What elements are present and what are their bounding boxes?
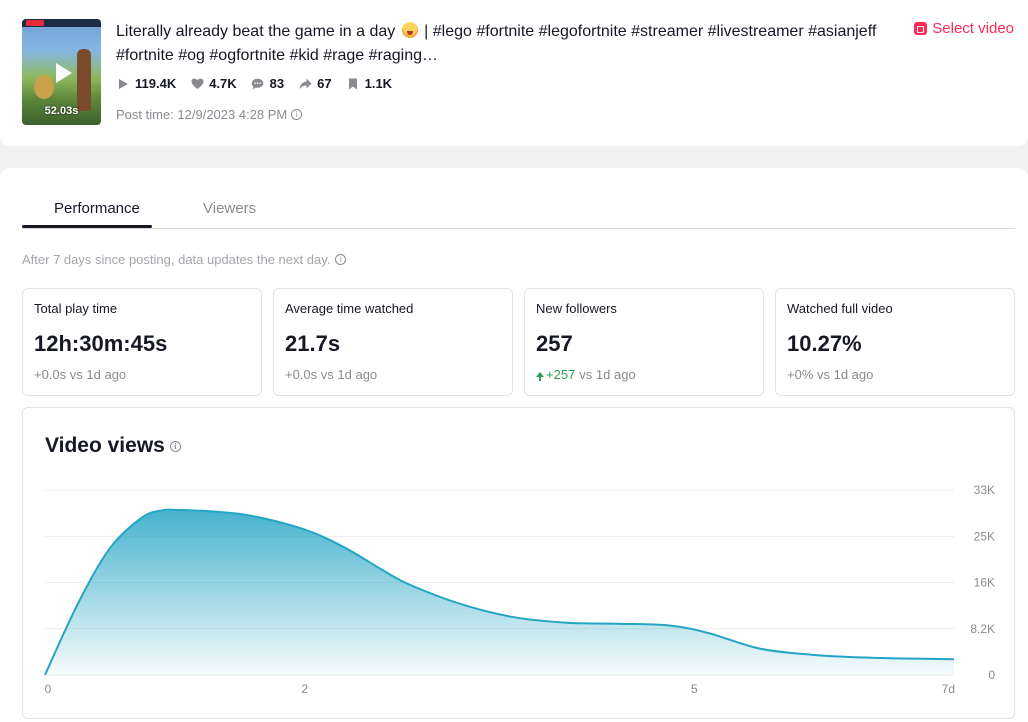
- metric-label: Total play time: [34, 301, 118, 316]
- thumbnail-figure-2: [34, 75, 54, 99]
- metric-new-followers: New followers 257 +257 vs 1d ago: [524, 288, 764, 396]
- delta-positive-value: +257: [546, 367, 576, 382]
- metric-average-time-watched: Average time watched 21.7s +0.0s vs 1d a…: [273, 288, 513, 396]
- x-tick-label: 2: [301, 682, 308, 696]
- active-tab-indicator: [22, 225, 152, 228]
- post-time: Post time: 12/9/2023 4:28 PM i: [116, 107, 303, 122]
- thumbnail-figure: [77, 49, 91, 111]
- share-arrow-icon: [298, 77, 312, 91]
- data-update-notice: After 7 days since posting, data updates…: [22, 252, 347, 267]
- plays-stat: 119.4K: [116, 76, 176, 91]
- shares-stat: 67: [298, 76, 332, 91]
- plays-count: 119.4K: [135, 76, 177, 91]
- metric-label: New followers: [536, 301, 617, 316]
- video-stats: 119.4K 4.7K 83 67 1.1K: [116, 76, 406, 91]
- tab-performance[interactable]: Performance: [54, 200, 140, 217]
- crying-face-emoji-icon: [401, 22, 418, 38]
- play-icon[interactable]: [56, 63, 72, 83]
- metric-value: 10.27%: [787, 331, 862, 356]
- video-title-text: Literally already beat the game in a day: [116, 23, 400, 40]
- metric-delta: +0.0s vs 1d ago: [34, 367, 127, 382]
- likes-stat: 4.7K: [190, 76, 237, 91]
- video-summary-card: 52.03s Literally already beat the game i…: [0, 0, 1028, 146]
- delta-comparison: vs 1d ago: [579, 367, 636, 382]
- data-update-notice-text: After 7 days since posting, data updates…: [22, 252, 331, 267]
- metric-value: 257: [536, 331, 573, 356]
- metric-label: Average time watched: [285, 301, 414, 316]
- up-arrow-icon: [536, 372, 544, 381]
- delta-positive: +257: [536, 367, 575, 382]
- tab-viewers[interactable]: Viewers: [203, 200, 256, 217]
- metric-value: 21.7s: [285, 331, 341, 356]
- select-video-button[interactable]: Select video: [914, 20, 1014, 37]
- views-area: [45, 509, 954, 675]
- metric-delta: +0% vs 1d ago: [787, 367, 874, 382]
- y-tick-label: 33K: [974, 483, 995, 497]
- video-thumbnail[interactable]: 52.03s: [22, 19, 101, 125]
- metric-delta: +0.0s vs 1d ago: [285, 367, 378, 382]
- metric-delta: +257 vs 1d ago: [536, 367, 636, 382]
- metric-watched-full-video: Watched full video 10.27% +0% vs 1d ago: [775, 288, 1015, 396]
- comments-stat: 83: [251, 76, 284, 91]
- video-views-chart-card: Video views i 0 8.2K 16K 25K 33K 0 2 5 7d: [22, 407, 1015, 719]
- analytics-panel: Performance Viewers After 7 days since p…: [0, 168, 1028, 722]
- y-tick-label: 8.2K: [970, 622, 995, 636]
- select-video-label: Select video: [932, 20, 1014, 37]
- x-tick-label: 0: [45, 682, 52, 696]
- video-views-chart: 0 8.2K 16K 25K 33K 0 2 5 7d: [44, 483, 995, 696]
- likes-count: 4.7K: [209, 76, 237, 91]
- metric-value: 12h:30m:45s: [34, 331, 168, 356]
- y-tick-label: 25K: [974, 529, 995, 543]
- select-video-icon: [914, 22, 928, 35]
- comment-icon: [251, 77, 265, 91]
- metric-total-play-time: Total play time 12h:30m:45s +0.0s vs 1d …: [22, 288, 262, 396]
- post-time-text: Post time: 12/9/2023 4:28 PM: [116, 107, 288, 122]
- play-count-icon: [116, 77, 130, 91]
- shares-count: 67: [317, 76, 332, 91]
- bookmark-icon: [346, 77, 360, 91]
- saves-count: 1.1K: [364, 76, 393, 91]
- metric-label: Watched full video: [787, 301, 893, 316]
- y-tick-label: 0: [988, 668, 995, 682]
- tab-bar: Performance Viewers: [22, 194, 1015, 229]
- info-icon[interactable]: i: [291, 109, 303, 120]
- x-tick-label: 5: [691, 682, 698, 696]
- info-icon[interactable]: i: [335, 254, 347, 265]
- comments-count: 83: [269, 76, 285, 91]
- thumbnail-hud: [22, 19, 101, 27]
- y-tick-label: 16K: [974, 576, 995, 590]
- x-tick-label: 7d: [942, 682, 955, 696]
- video-duration: 52.03s: [44, 105, 79, 117]
- saves-stat: 1.1K: [346, 76, 392, 91]
- thumbnail-hud-badge: [26, 20, 44, 26]
- heart-icon: [190, 77, 204, 91]
- video-title: Literally already beat the game in a day…: [116, 20, 896, 68]
